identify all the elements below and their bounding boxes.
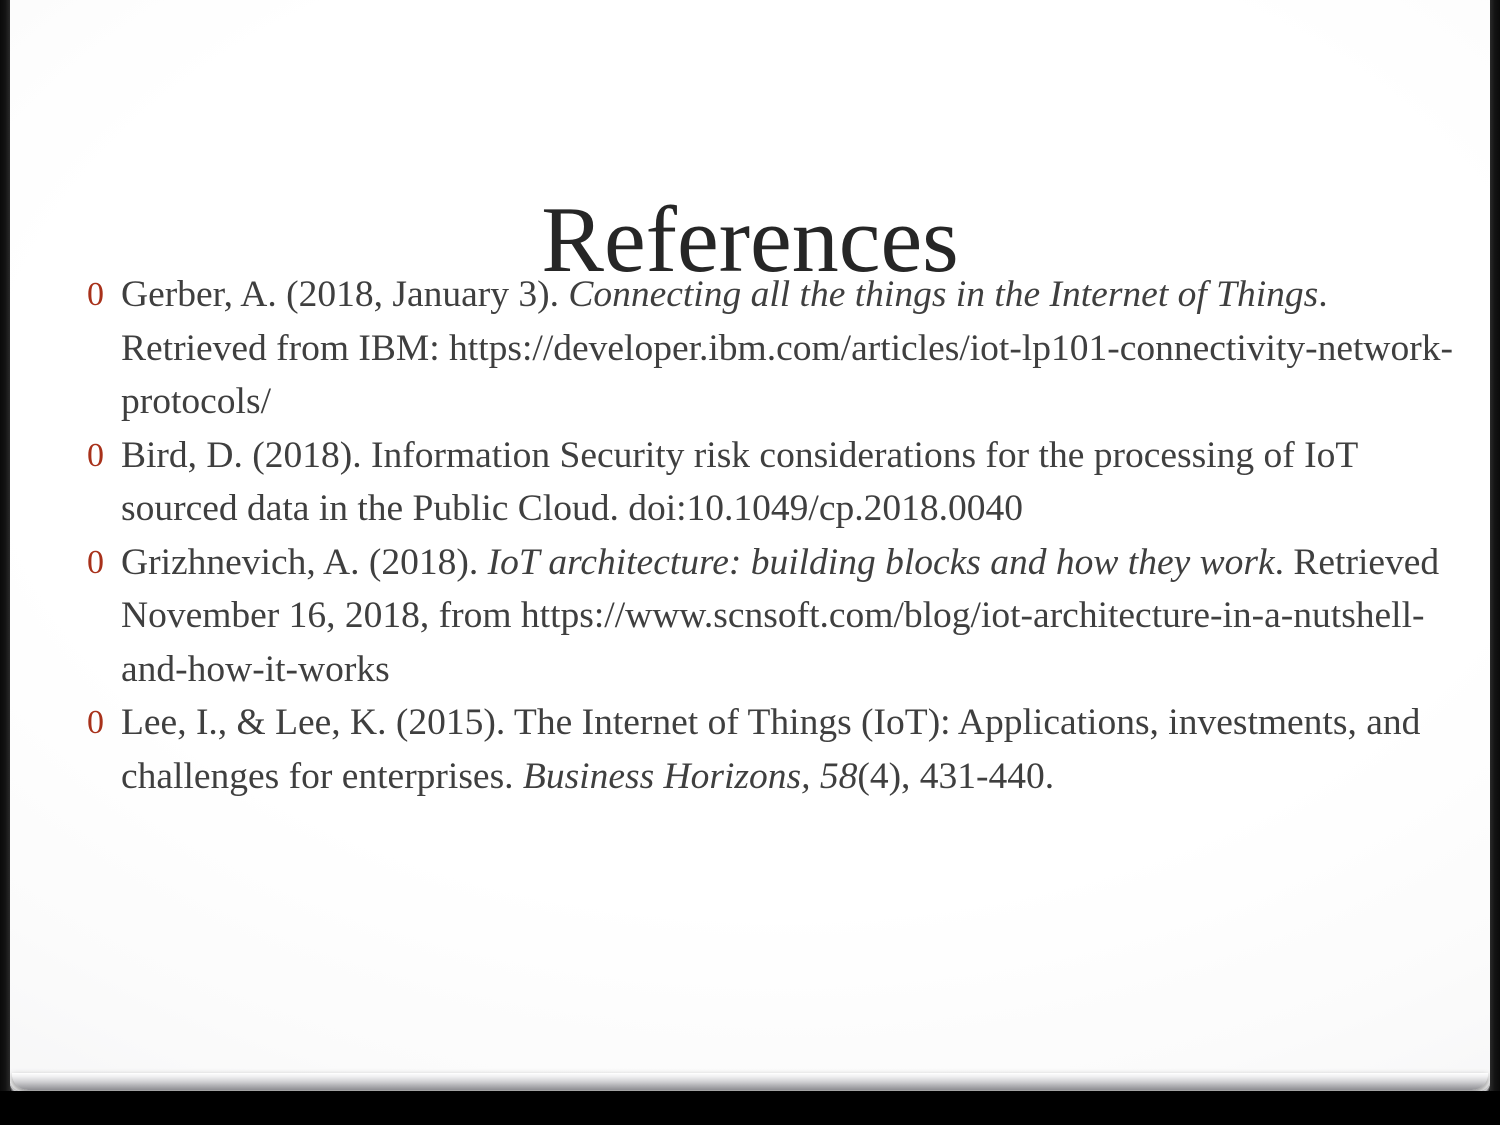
list-item: 0 Gerber, A. (2018, January 3). Connecti… bbox=[79, 268, 1459, 429]
list-item: 0 Grizhnevich, A. (2018). IoT architectu… bbox=[79, 536, 1459, 697]
slide-bottom-edge bbox=[12, 1073, 1488, 1090]
slide-canvas: References 0 Gerber, A. (2018, January 3… bbox=[9, 0, 1491, 1092]
reference-text-2: Bird, D. (2018). Information Security ri… bbox=[121, 434, 1358, 530]
bullet-icon: 0 bbox=[87, 543, 104, 581]
list-item: 0 Lee, I., & Lee, K. (2015). The Interne… bbox=[79, 696, 1459, 803]
bullet-icon: 0 bbox=[87, 436, 104, 474]
references-list: 0 Gerber, A. (2018, January 3). Connecti… bbox=[79, 268, 1459, 803]
bullet-icon: 0 bbox=[87, 276, 104, 313]
slide-stage: References 0 Gerber, A. (2018, January 3… bbox=[0, 0, 1500, 1125]
canvas-left-edge bbox=[0, 0, 10, 1125]
canvas-right-edge bbox=[1490, 0, 1500, 1125]
bullet-icon: 0 bbox=[87, 704, 104, 741]
reference-text-1: Gerber, A. (2018, January 3). Connecting… bbox=[121, 274, 1453, 422]
canvas-bottom-edge bbox=[0, 1091, 1500, 1125]
reference-text-3: Grizhnevich, A. (2018). IoT architecture… bbox=[121, 541, 1440, 690]
list-item: 0 Bird, D. (2018). Information Security … bbox=[79, 429, 1459, 536]
reference-text-4: Lee, I., & Lee, K. (2015). The Internet … bbox=[121, 702, 1421, 797]
